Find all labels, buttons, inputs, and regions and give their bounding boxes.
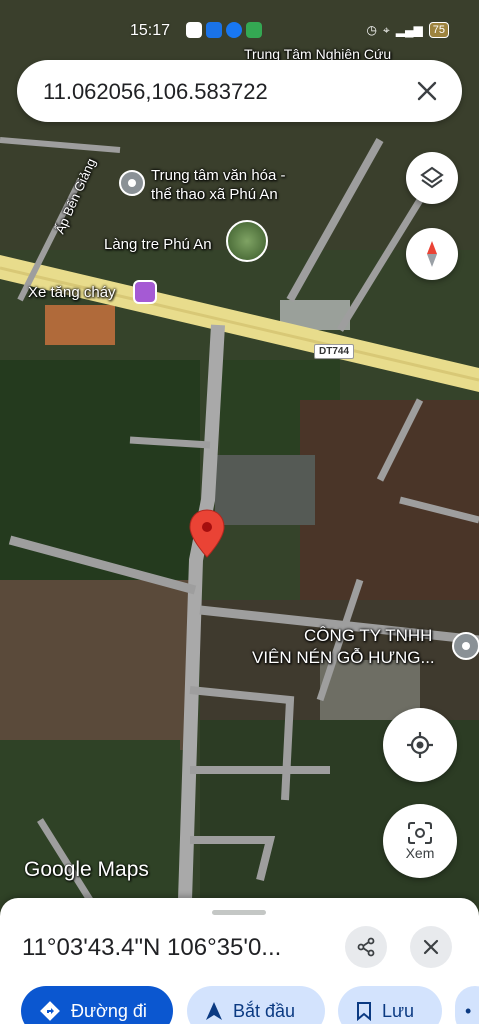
search-query[interactable]: 11.062056,106.583722	[43, 79, 268, 105]
battery-indicator: 75	[428, 22, 449, 38]
status-bar: 15:17 ◷ ⌖ ▂▄▆ 75	[0, 0, 479, 58]
status-time: 15:17	[130, 22, 171, 39]
map-label-culture-center-2[interactable]: thể thao xã Phú An	[151, 186, 278, 203]
compass-button[interactable]	[406, 228, 458, 280]
zalo-icon	[186, 22, 202, 38]
facebook-icon	[226, 22, 242, 38]
layers-icon	[420, 166, 444, 189]
share-button[interactable]	[345, 926, 387, 968]
save-button[interactable]: Lưu	[338, 986, 442, 1024]
museum-poi-icon[interactable]	[133, 280, 157, 304]
share-icon	[357, 937, 375, 957]
start-label: Bắt đầu	[233, 1000, 296, 1021]
navigation-arrow-icon	[206, 1002, 222, 1020]
bookmark-icon	[357, 1002, 371, 1021]
view-label: Xem	[405, 845, 435, 861]
map-label-culture-center-1[interactable]: Trung tâm văn hóa -	[151, 167, 286, 184]
google-maps-logo: Google Maps	[24, 858, 149, 881]
my-location-icon	[407, 732, 433, 758]
location-status-icon: ⌖	[383, 22, 390, 37]
bamboo-village-photo[interactable]	[226, 220, 268, 262]
system-status: ◷ ⌖ ▂▄▆ 75	[367, 22, 449, 38]
sheet-drag-handle[interactable]	[212, 910, 266, 915]
layers-button[interactable]	[406, 152, 458, 204]
map-label-company-1[interactable]: CÔNG TY TNHH	[304, 626, 432, 646]
notification-icons	[186, 22, 262, 38]
app-icon	[206, 22, 222, 38]
map-label-company-2[interactable]: VIÊN NÉN GỖ HƯNG...	[252, 648, 435, 668]
map-label-bamboo-village[interactable]: Làng tre Phú An	[104, 236, 212, 253]
phone-app-icon	[246, 22, 262, 38]
alarm-icon: ◷	[366, 23, 378, 37]
directions-button[interactable]: Đường đi	[21, 986, 173, 1024]
directions-label: Đường đi	[71, 1000, 147, 1021]
compass-icon	[427, 241, 437, 267]
poi-marker-culture-center[interactable]	[119, 170, 145, 196]
view-button[interactable]: Xem	[383, 804, 457, 878]
map-label-tank[interactable]: Xe tăng cháy	[28, 284, 116, 301]
sheet-close-button[interactable]	[410, 926, 452, 968]
road-shield: DT744	[314, 344, 355, 359]
place-coordinates: 11°03'43.4"N 106°35'0...	[22, 934, 282, 961]
my-location-button[interactable]	[383, 708, 457, 782]
search-box[interactable]: 11.062056,106.583722	[17, 60, 462, 122]
signal-icon: ▂▄▆	[395, 23, 423, 37]
save-label: Lưu	[382, 1000, 415, 1021]
start-button[interactable]: Bắt đầu	[187, 986, 325, 1024]
close-icon[interactable]	[410, 74, 444, 108]
close-icon	[423, 939, 439, 955]
more-icon: •	[465, 1000, 472, 1021]
poi-marker-company[interactable]	[452, 632, 479, 660]
directions-icon	[40, 1001, 60, 1021]
lens-icon	[408, 822, 432, 844]
